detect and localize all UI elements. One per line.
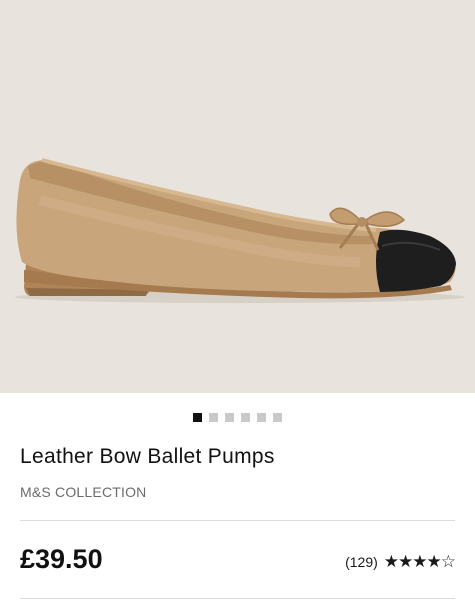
star-rating-icon: ★★★★☆ [383,552,456,572]
product-image[interactable] [0,0,475,393]
rating-summary[interactable]: (129) ★★★★☆ [345,552,456,572]
brand-label[interactable]: M&S COLLECTION [20,484,147,500]
carousel-dot-4[interactable] [241,413,250,422]
image-carousel-indicator[interactable] [0,413,475,425]
carousel-dot-6[interactable] [273,413,282,422]
carousel-dot-1[interactable] [193,413,202,422]
carousel-dot-3[interactable] [225,413,234,422]
carousel-dot-5[interactable] [257,413,266,422]
divider [20,520,455,521]
product-title: Leather Bow Ballet Pumps [20,445,275,468]
ballet-pump-illustration [15,158,465,303]
review-count[interactable]: (129) [345,554,378,570]
divider [20,598,455,599]
carousel-dot-2[interactable] [209,413,218,422]
product-price: £39.50 [20,544,103,574]
